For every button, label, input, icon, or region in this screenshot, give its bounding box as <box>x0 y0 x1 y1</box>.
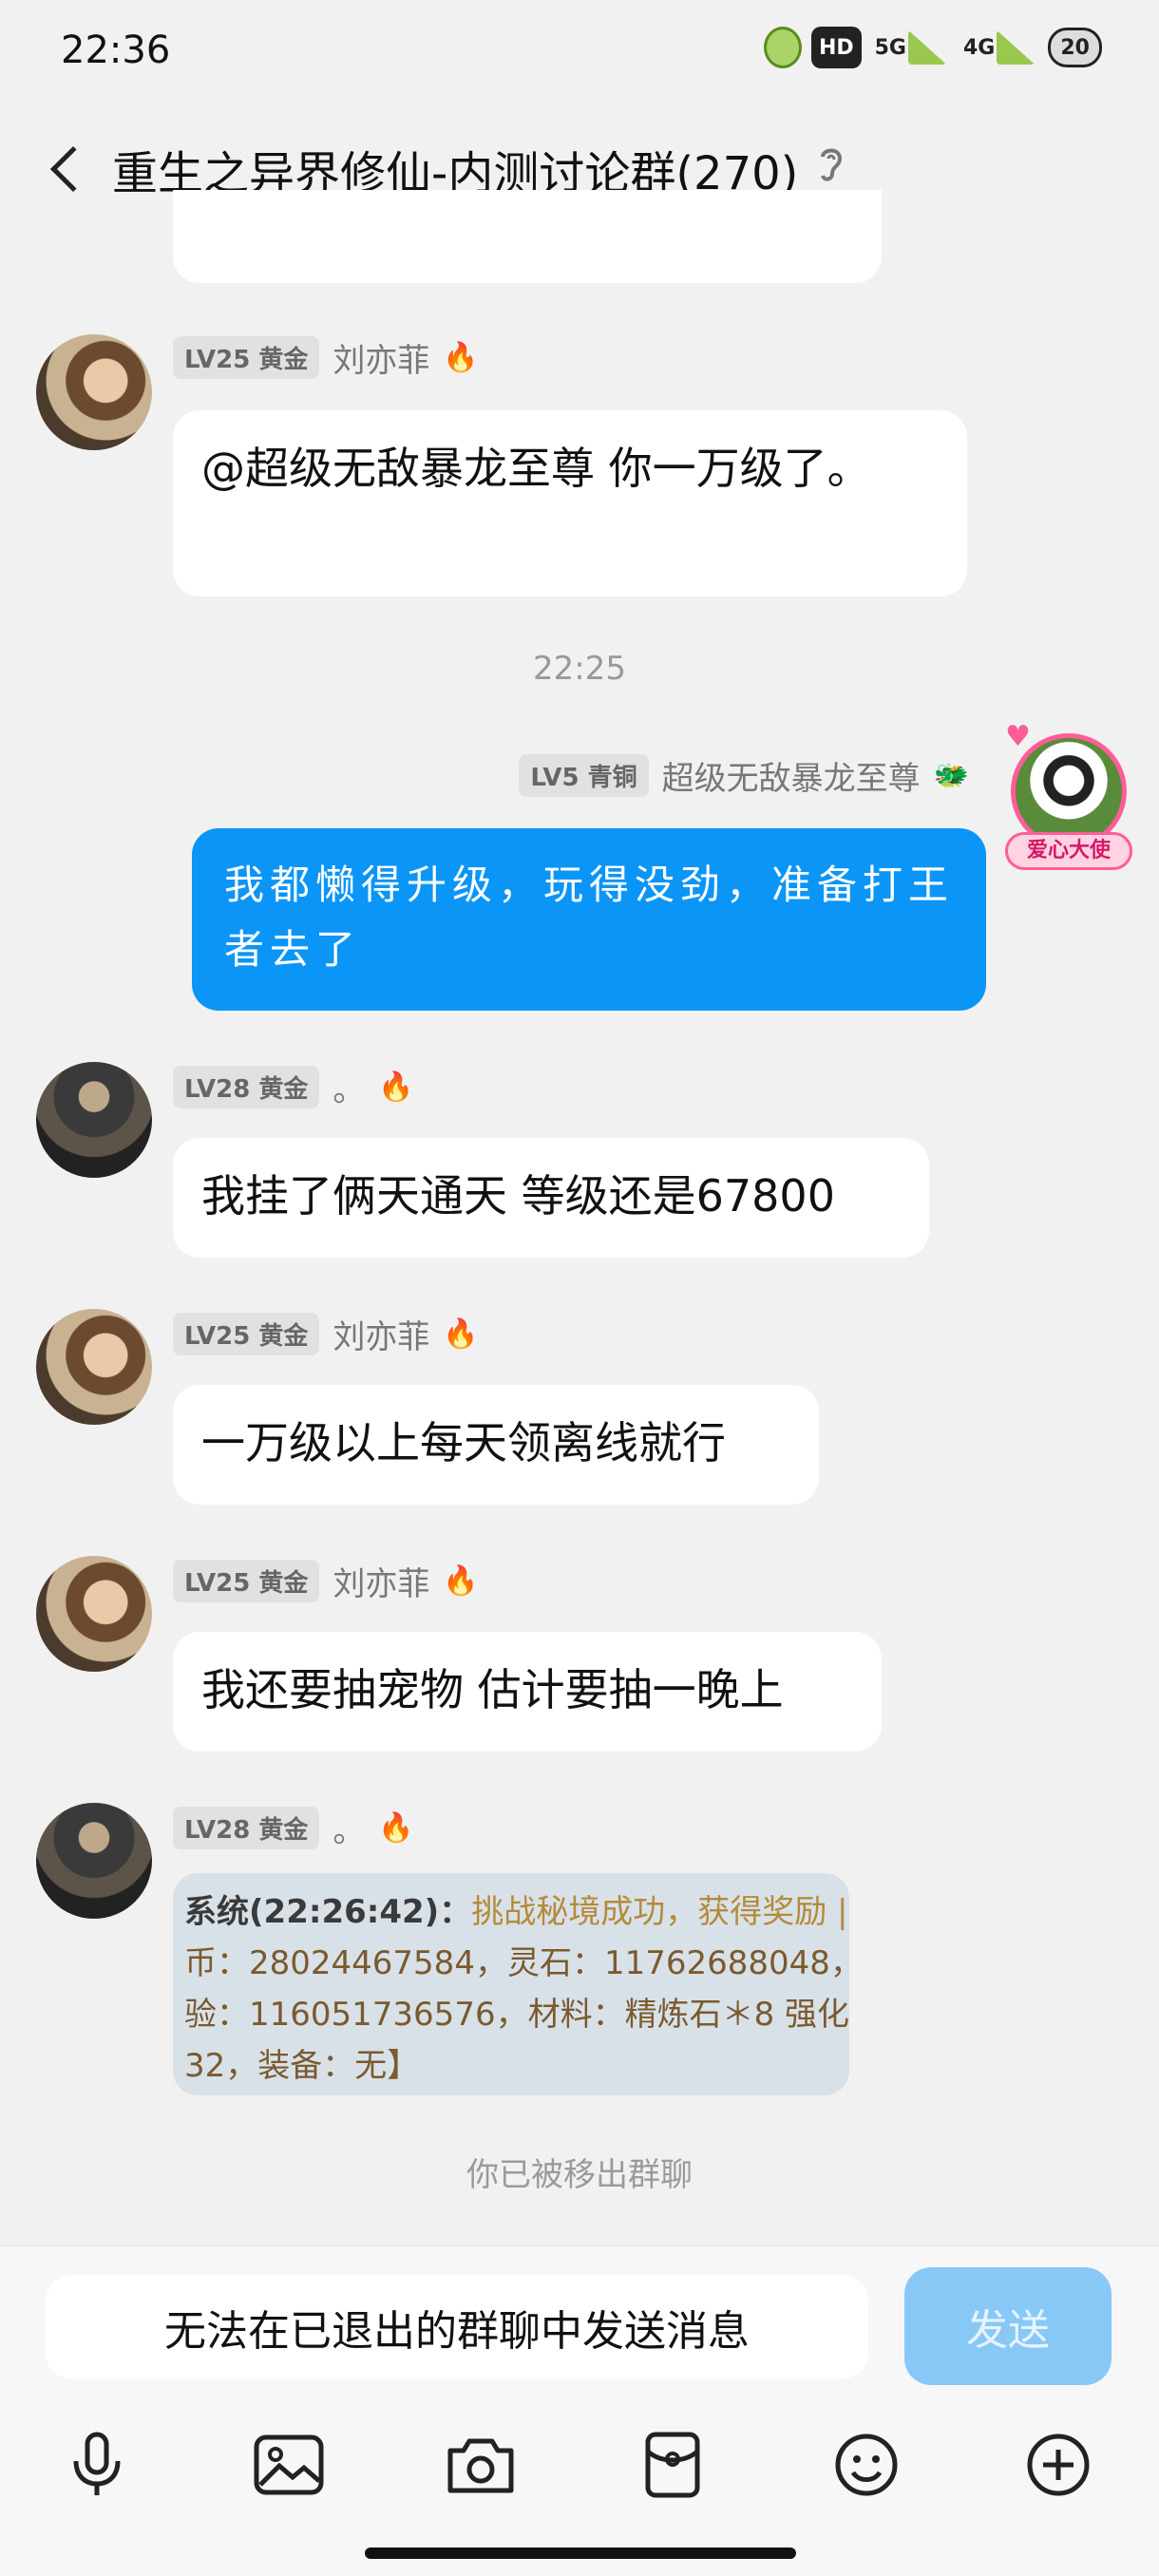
send-button[interactable]: 发送 <box>904 2267 1112 2385</box>
removed-notice: 你已被移出群聊 <box>466 2156 693 2194</box>
dragon-icon: 🐲 <box>933 759 969 792</box>
wifi-icon <box>763 27 802 68</box>
net1-label: 5G <box>874 35 906 60</box>
fire-icon: 🔥 <box>443 1317 479 1351</box>
partial-message-bubble <box>173 190 882 283</box>
emoji-icon[interactable] <box>819 2417 914 2512</box>
message-bubble[interactable]: 一万级以上每天领离线就行 <box>173 1385 819 1505</box>
input-area: 无法在已退出的群聊中发送消息 发送 <box>0 2245 1159 2576</box>
sender-name[interactable]: 。 <box>332 1805 365 1851</box>
image-line: 系统(22:26:42)：挑战秘境成功，获得奖励 | <box>184 1886 847 1938</box>
image-message[interactable]: 系统(22:26:42)：挑战秘境成功，获得奖励 | 币：28024467584… <box>173 1873 849 2095</box>
back-button[interactable] <box>28 131 104 207</box>
image-line: 32，装备：无】 <box>184 2047 420 2085</box>
message-meta: LV5 青铜 超级无敌暴龙至尊 🐲 <box>519 752 969 799</box>
image-line-text: 挑战秘境成功，获得奖励 | <box>471 1893 848 1931</box>
avatar-badge: 爱心大使 <box>1005 832 1132 870</box>
self-avatar[interactable]: ♥ 爱心大使 <box>999 720 1138 876</box>
image-line: 验：116051736576，材料：精炼石＊8 强化 <box>184 1996 849 2034</box>
home-indicator[interactable] <box>365 2548 796 2559</box>
signal-4g-icon: 4G <box>960 27 1038 68</box>
plus-icon[interactable] <box>1011 2417 1106 2512</box>
camera-icon[interactable] <box>433 2417 528 2512</box>
image-line: 币：28024467584，灵石：11762688048， <box>184 1944 849 1982</box>
level-badge: LV28 黄金 <box>173 1066 320 1108</box>
time-separator: 22:25 <box>533 650 626 688</box>
level-badge: LV5 青铜 <box>519 754 649 797</box>
image-line-sys: 系统(22:26:42)： <box>184 1893 472 1931</box>
level-badge: LV25 黄金 <box>173 1560 320 1602</box>
heart-icon: ♥ <box>1005 720 1031 753</box>
battery-icon: 20 <box>1048 28 1102 67</box>
message-bubble[interactable]: 我还要抽宠物 估计要抽一晚上 <box>173 1632 882 1752</box>
avatar[interactable] <box>36 1556 152 1672</box>
image-icon[interactable] <box>241 2417 336 2512</box>
level-badge: LV25 黄金 <box>173 1313 320 1355</box>
hd-voice-icon: HD <box>810 27 862 68</box>
fire-icon: 🔥 <box>378 1070 414 1104</box>
self-message-bubble[interactable]: 我都懒得升级，玩得没劲，准备打王者去了 <box>192 828 986 1011</box>
red-packet-icon[interactable] <box>625 2417 720 2512</box>
sender-name[interactable]: 刘亦菲 <box>332 1311 429 1357</box>
message-meta: LV25 黄金 刘亦菲 🔥 <box>173 1558 479 1604</box>
input-toolbar <box>0 2417 1159 2512</box>
ear-icon[interactable] <box>815 143 847 195</box>
signal-5g-icon: 5G <box>871 27 950 68</box>
sender-name[interactable]: 超级无敌暴龙至尊 <box>662 752 921 799</box>
avatar[interactable] <box>36 1803 152 1919</box>
microphone-icon[interactable] <box>49 2417 144 2512</box>
chevron-left-icon <box>49 145 97 193</box>
avatar[interactable] <box>36 1309 152 1425</box>
message-bubble[interactable]: 我挂了俩天通天 等级还是67800 <box>173 1138 929 1258</box>
net2-label: 4G <box>963 35 996 60</box>
message-meta: LV25 黄金 刘亦菲 🔥 <box>173 334 479 381</box>
sender-name[interactable]: 。 <box>332 1064 365 1110</box>
sender-name[interactable]: 刘亦菲 <box>332 334 429 381</box>
level-badge: LV28 黄金 <box>173 1807 320 1849</box>
fire-icon: 🔥 <box>443 341 479 374</box>
fire-icon: 🔥 <box>378 1811 414 1845</box>
avatar[interactable] <box>36 1062 152 1178</box>
message-meta: LV28 黄金 。 🔥 <box>173 1805 414 1851</box>
status-bar: 22:36 HD 5G 4G 20 <box>0 0 1159 104</box>
level-badge: LV25 黄金 <box>173 336 320 379</box>
message-meta: LV25 黄金 刘亦菲 🔥 <box>173 1311 479 1357</box>
status-time: 22:36 <box>61 28 171 72</box>
message-input[interactable]: 无法在已退出的群聊中发送消息 <box>46 2275 868 2379</box>
status-icons: HD 5G 4G 20 <box>763 27 1102 68</box>
avatar[interactable] <box>36 334 152 450</box>
sender-name[interactable]: 刘亦菲 <box>332 1558 429 1604</box>
fire-icon: 🔥 <box>443 1564 479 1598</box>
message-bubble[interactable]: @超级无敌暴龙至尊 你一万级了。 <box>173 410 967 597</box>
message-meta: LV28 黄金 。 🔥 <box>173 1064 414 1110</box>
